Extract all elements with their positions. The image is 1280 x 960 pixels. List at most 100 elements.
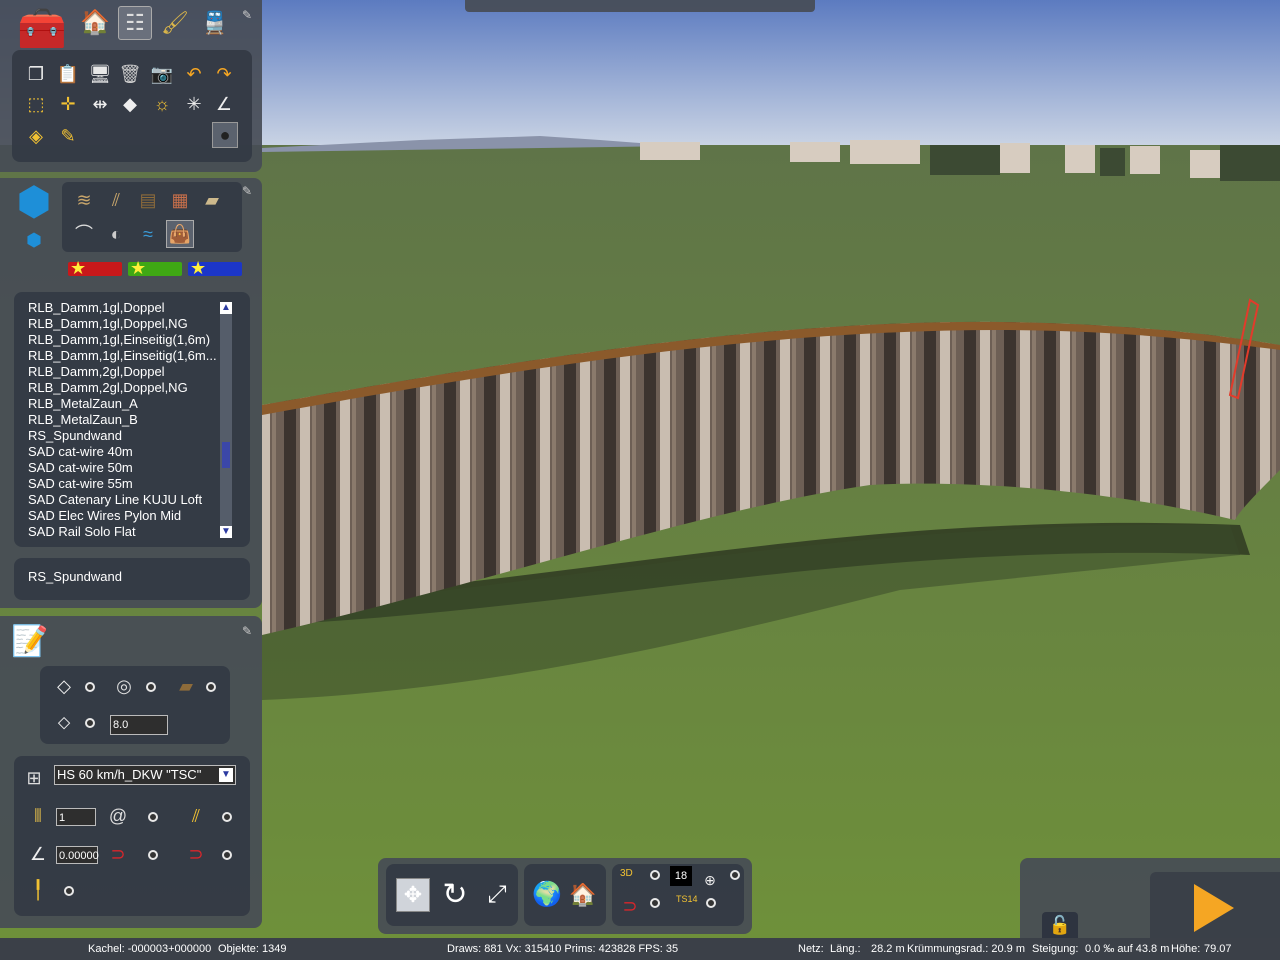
pin-icon[interactable]: ✎ [240, 624, 254, 638]
spiral-icon[interactable]: @ [106, 804, 130, 828]
trash-icon[interactable]: 🗑 [118, 62, 142, 86]
list-item[interactable]: SAD cat-wire 40m [28, 444, 133, 460]
list-item[interactable]: RLB_MetalZaun_A [28, 396, 138, 412]
ts14-radio[interactable] [706, 898, 716, 908]
spacing-radio[interactable] [85, 718, 95, 728]
fullscreen-icon[interactable]: ✥ [396, 878, 430, 912]
rails-icon[interactable]: ≋ [72, 188, 96, 212]
spiral-radio[interactable] [148, 812, 158, 822]
magnet-radio[interactable] [148, 850, 158, 860]
3d-radio[interactable] [650, 870, 660, 880]
planks-icon[interactable]: ▤ [136, 188, 160, 212]
unlock-icon[interactable]: 🔓 [1042, 912, 1078, 938]
select-rect-icon[interactable]: ⬚ [24, 92, 48, 116]
monitor-icon[interactable]: 🖥 [88, 62, 112, 86]
track-rule-select[interactable]: HS 60 km/h_DKW "TSC" ▼ [54, 765, 236, 785]
home-icon[interactable]: 🏠 [568, 880, 598, 910]
cube-icon[interactable]: ⬢ [12, 180, 56, 224]
list-item[interactable]: RLB_Damm,2gl,Doppel,NG [28, 380, 188, 396]
flat-radio[interactable] [85, 682, 95, 692]
track-icon[interactable]: ☷ [118, 6, 152, 40]
list-item[interactable]: SAD Rail Solo Flat [28, 524, 136, 540]
resize-icon[interactable]: ⤢ [480, 878, 514, 912]
plank-icon[interactable]: ▰ [174, 674, 198, 698]
notes-icon[interactable]: 📝 [11, 622, 48, 662]
angle-icon[interactable]: ∠ [212, 92, 236, 116]
list-item[interactable]: RLB_Damm,1gl,Doppel,NG [28, 316, 188, 332]
bricks-icon[interactable]: ▦ [168, 188, 192, 212]
magnet-track-icon[interactable]: ⊃ [184, 842, 208, 866]
favorite-blue[interactable]: ★ [188, 258, 242, 278]
scroll-up-icon[interactable]: ▲ [220, 302, 232, 314]
train-icon[interactable]: 🚆 [200, 8, 230, 38]
pole-radio[interactable] [64, 886, 74, 896]
rotate-icon[interactable]: ↻ [438, 878, 472, 912]
list-item[interactable]: RLB_Damm,1gl,Einseitig(1,6m... [28, 348, 217, 364]
3d-icon[interactable]: 3D [620, 868, 633, 879]
camera-icon[interactable]: 📷 [150, 62, 174, 86]
globe-icon[interactable]: 🌍 [532, 880, 562, 910]
object-list[interactable]: RLB_Damm,1gl,Doppel RLB_Damm,1gl,Doppel,… [14, 292, 250, 547]
lock-radio[interactable] [730, 870, 740, 880]
target-icon[interactable]: ◎ [112, 674, 136, 698]
list-scrollbar[interactable]: ▲ ▼ [220, 302, 232, 538]
rails-angle-radio[interactable] [222, 812, 232, 822]
play-button[interactable] [1150, 872, 1280, 938]
wrecking-ball-icon[interactable]: ● [212, 122, 238, 148]
copy-icon[interactable]: ❐ [24, 62, 48, 86]
paste-icon[interactable]: 📋 [56, 62, 80, 86]
list-item[interactable]: RLB_Damm,2gl,Doppel [28, 364, 165, 380]
chevron-down-icon[interactable]: ▼ [219, 768, 233, 782]
scroll-thumb[interactable] [222, 442, 230, 468]
pencil-icon[interactable]: ✎ [56, 124, 80, 148]
water-icon[interactable]: ≈ [136, 222, 160, 246]
bag-icon[interactable]: 👜 [166, 220, 194, 248]
sun-icon[interactable]: ☼ [150, 92, 174, 116]
bridge-icon[interactable]: ⌒ [72, 222, 96, 246]
redo-icon[interactable]: ↷ [212, 62, 236, 86]
spacing-field[interactable]: 8.0 [110, 715, 168, 735]
list-item[interactable]: SAD Catenary Line KUJU Loft [28, 492, 202, 508]
home-icon[interactable]: 🏠 [80, 8, 110, 38]
small-cube-icon[interactable]: ⬢ [22, 228, 46, 252]
spacing-icon[interactable]: ⬦ [52, 710, 76, 734]
pin-icon[interactable]: ✎ [240, 8, 254, 22]
toolbox-icon[interactable]: 🧰 [16, 4, 68, 54]
pin-icon[interactable]: ✎ [240, 184, 254, 198]
join-icon[interactable]: ⇹ [88, 92, 112, 116]
list-item[interactable]: RLB_Damm,1gl,Doppel [28, 300, 165, 316]
magnet-icon[interactable]: ⊃ [106, 842, 130, 866]
list-item[interactable]: SAD cat-wire 55m [28, 476, 133, 492]
list-item[interactable]: RLB_MetalZaun_B [28, 412, 138, 428]
status-objects: Objekte: 1349 [218, 943, 287, 955]
tunnel-icon[interactable]: ◐ [104, 222, 128, 246]
lock-small-icon[interactable]: ⊕ [702, 872, 718, 888]
list-item[interactable]: RLB_Damm,1gl,Einseitig(1,6m) [28, 332, 210, 348]
list-item[interactable]: SAD cat-wire 50m [28, 460, 133, 476]
target-radio[interactable] [146, 682, 156, 692]
favorite-green[interactable]: ★ [128, 258, 182, 278]
undo-icon[interactable]: ↶ [182, 62, 206, 86]
magnet-track-radio[interactable] [222, 850, 232, 860]
brush-icon[interactable]: 🖌 [160, 8, 190, 38]
measure-icon[interactable]: ◆ [118, 92, 142, 116]
crosshair-icon[interactable]: ✳ [182, 92, 206, 116]
list-item[interactable]: SAD Elec Wires Pylon Mid [28, 508, 181, 524]
concrete-icon[interactable]: ▰ [200, 188, 224, 212]
favorite-red[interactable]: ★ [68, 258, 122, 278]
status-gradient: Steigung: [1032, 943, 1079, 955]
pole-icon[interactable]: ╿ [26, 878, 50, 902]
magnet-icon[interactable]: ⊃ [618, 894, 642, 918]
split-icon[interactable]: ✛ [56, 92, 80, 116]
angle-field[interactable]: 0.00000 [56, 846, 99, 864]
ts14-icon[interactable]: TS14 [676, 894, 698, 904]
count-field[interactable]: 1 [56, 808, 96, 826]
layers-icon[interactable]: ◈ [24, 124, 48, 148]
tracks-icon[interactable]: ⫽ [104, 188, 128, 212]
scroll-down-icon[interactable]: ▼ [220, 526, 232, 538]
rails-angle-icon[interactable]: ⫽ [184, 804, 208, 828]
list-item[interactable]: RS_Spundwand [28, 428, 122, 444]
plank-radio[interactable] [206, 682, 216, 692]
magnet-radio[interactable] [650, 898, 660, 908]
flat-icon[interactable]: ◇ [52, 674, 76, 698]
